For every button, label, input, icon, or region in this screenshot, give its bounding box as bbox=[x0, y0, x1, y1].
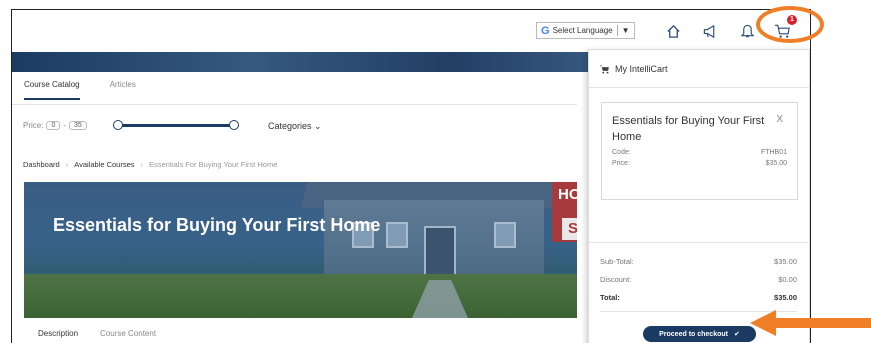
for-sale-sign: HO SA bbox=[552, 182, 577, 242]
megaphone-icon[interactable] bbox=[701, 22, 719, 40]
course-hero-image: HO SA Essentials for Buying Your First H… bbox=[24, 182, 577, 318]
house-door bbox=[424, 226, 456, 280]
breadcrumb-separator: › bbox=[65, 160, 69, 169]
total-value: $35.00 bbox=[774, 293, 797, 302]
course-title: Essentials for Buying Your First Home bbox=[53, 215, 381, 235]
language-divider bbox=[616, 25, 618, 36]
breadcrumb: Dashboard › Available Courses › Essentia… bbox=[23, 160, 277, 169]
front-lawn bbox=[24, 274, 577, 318]
code-label: Code: bbox=[612, 149, 631, 156]
google-icon: G bbox=[541, 24, 550, 37]
remove-item-button[interactable]: X bbox=[776, 114, 783, 125]
categories-dropdown[interactable]: Categories ⌄ bbox=[268, 121, 322, 132]
price-range-slider[interactable] bbox=[113, 120, 239, 130]
price-dash: - bbox=[63, 121, 67, 130]
sign-text-top: HO bbox=[558, 186, 577, 203]
sign-text-bottom: SA bbox=[568, 220, 577, 237]
price-min-input[interactable]: 0 bbox=[46, 121, 61, 130]
bell-icon[interactable] bbox=[738, 22, 756, 40]
checkout-label: Proceed to checkout bbox=[659, 330, 728, 338]
chevron-down-icon: ▼ bbox=[621, 26, 630, 35]
breadcrumb-separator: › bbox=[140, 160, 144, 169]
cart-item-code-row: Code: FTHB01 bbox=[612, 149, 787, 156]
price-max-input[interactable]: 35 bbox=[69, 121, 87, 130]
cart-item: Essentials for Buying Your First Home X … bbox=[601, 102, 798, 200]
subtotal-row: Sub-Total: $35.00 bbox=[600, 257, 797, 266]
browser-viewport: G Select Language ▼ 1 Course Catalog Art… bbox=[11, 9, 811, 343]
price-value: $35.00 bbox=[765, 160, 787, 167]
slider-track bbox=[117, 124, 235, 127]
price-label: Price: bbox=[23, 121, 44, 130]
slider-max-handle[interactable] bbox=[229, 120, 239, 130]
language-selector[interactable]: G Select Language ▼ bbox=[536, 22, 635, 39]
tab-description[interactable]: Description bbox=[38, 329, 78, 338]
house-window bbox=[494, 222, 516, 248]
price-filter: Price: 0 - 35 bbox=[23, 121, 90, 130]
discount-label: Discount: bbox=[600, 275, 632, 284]
tab-course-content[interactable]: Course Content bbox=[100, 329, 156, 338]
subtotal-value: $35.00 bbox=[774, 257, 797, 266]
course-tabs: Description Course Content bbox=[38, 329, 156, 338]
discount-row: Discount: $0.00 bbox=[600, 275, 797, 284]
slider-min-handle[interactable] bbox=[113, 120, 123, 130]
top-bar: G Select Language ▼ 1 bbox=[12, 10, 810, 50]
breadcrumb-current: Essentials For Buying Your First Home bbox=[149, 160, 278, 169]
cart-item-price-row: Price: $35.00 bbox=[612, 160, 787, 167]
tabs-divider bbox=[12, 104, 577, 105]
tab-articles[interactable]: Articles bbox=[110, 80, 136, 100]
subtotal-label: Sub-Total: bbox=[600, 257, 634, 266]
cart-title: My IntelliCart bbox=[615, 63, 668, 74]
breadcrumb-dashboard[interactable]: Dashboard bbox=[23, 160, 60, 169]
highlight-circle bbox=[756, 6, 824, 43]
sign-panel: SA bbox=[562, 218, 577, 240]
price-label: Price: bbox=[612, 160, 630, 167]
cart-header: My IntelliCart bbox=[589, 50, 809, 88]
cart-icon bbox=[599, 64, 609, 74]
total-label: Total: bbox=[600, 293, 620, 302]
breadcrumb-available-courses[interactable]: Available Courses bbox=[74, 160, 134, 169]
catalog-tabs: Course Catalog Articles bbox=[24, 80, 166, 100]
cart-item-name: Essentials for Buying Your First Home bbox=[612, 115, 765, 143]
checkmark-icon: ✔ bbox=[733, 331, 740, 338]
house-window bbox=[386, 222, 408, 248]
code-value: FTHB01 bbox=[760, 149, 787, 156]
discount-value: $0.00 bbox=[778, 275, 797, 284]
home-icon[interactable] bbox=[664, 22, 682, 40]
cart-panel: My IntelliCart Essentials for Buying You… bbox=[588, 49, 810, 343]
arrow-left-icon bbox=[750, 310, 871, 336]
proceed-to-checkout-button[interactable]: Proceed to checkout ✔ bbox=[643, 326, 756, 342]
tab-course-catalog[interactable]: Course Catalog bbox=[24, 80, 80, 100]
language-label: Select Language bbox=[552, 26, 613, 35]
